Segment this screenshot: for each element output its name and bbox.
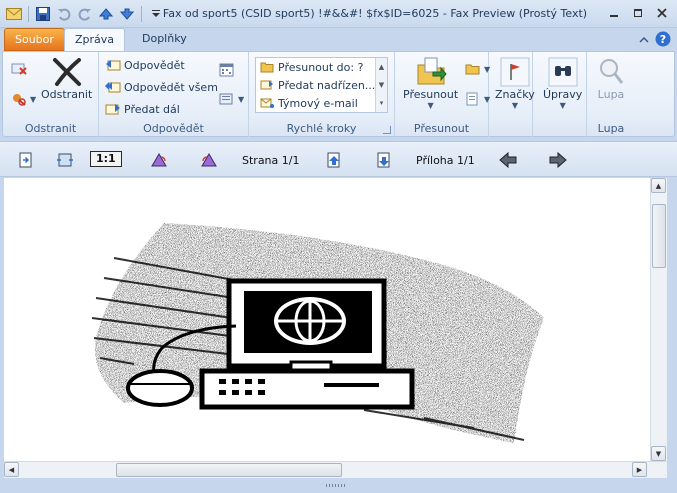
group-label-respond: Odpovědět (143, 122, 204, 135)
forward-icon (105, 104, 120, 115)
ribbon: ▼ Odstranit Odstranit Odpovědět Odpovědě… (2, 51, 675, 137)
team-mail-icon (260, 98, 274, 108)
group-tags: Značky ▼ (489, 52, 535, 137)
editing-button[interactable]: Úpravy ▼ (543, 56, 582, 110)
actions-icon (466, 92, 478, 106)
zoom-button[interactable]: Lupa (595, 56, 627, 101)
group-delete: ▼ Odstranit Odstranit (3, 52, 99, 137)
previous-attachment-icon[interactable] (498, 151, 518, 169)
group-move: Přesunout ▼ ▼ ▼ Přesunout (395, 52, 490, 137)
more-respond-button[interactable]: ▼ (219, 92, 244, 106)
scroll-up-arrow-icon[interactable]: ▲ (651, 178, 666, 193)
maximize-icon[interactable] (627, 4, 649, 22)
save-icon[interactable] (34, 5, 52, 23)
quick-step-move-to[interactable]: Přesunout do: ? (256, 58, 387, 76)
reply-all-icon (105, 82, 121, 93)
junk-button[interactable]: ▼ (11, 92, 36, 106)
reply-all-button[interactable]: Odpovědět všem (105, 80, 218, 94)
forward-mail-icon (260, 80, 273, 90)
reply-button[interactable]: Odpovědět (105, 58, 185, 72)
ignore-icon (11, 63, 27, 75)
meeting-button[interactable] (219, 62, 235, 77)
title-bar: Fax od sport5 (CSID sport5) !#&&#! $fx$I… (0, 0, 677, 28)
quick-step-to-manager[interactable]: Předat nadřízen... (256, 76, 387, 94)
rotate-left-icon[interactable] (150, 151, 168, 169)
next-attachment-icon[interactable] (548, 151, 568, 169)
tags-button[interactable]: Značky ▼ (495, 56, 535, 110)
fit-page-icon[interactable] (18, 151, 34, 169)
forward-button[interactable]: Předat dál (105, 102, 180, 116)
rules-button[interactable]: ▼ (465, 62, 490, 76)
group-quick-steps: Přesunout do: ? Předat nadřízen... Týmov… (249, 52, 395, 137)
page-info: Strana 1/1 (242, 153, 300, 167)
minimize-icon[interactable] (603, 4, 625, 22)
actions-button[interactable]: ▼ (465, 92, 490, 106)
fax-clipart-image (91, 223, 544, 443)
scroll-left-arrow-icon[interactable]: ◀ (4, 462, 19, 477)
window-controls (603, 4, 673, 22)
flag-icon (499, 56, 531, 88)
delete-x-icon (51, 56, 83, 88)
quick-steps-scroll[interactable]: ▲ ▼ ▾ (375, 58, 387, 112)
calendar-icon (219, 63, 234, 77)
scroll-down-icon[interactable]: ▼ (379, 81, 384, 89)
undo-icon[interactable] (55, 5, 73, 23)
scrollbar-corner (650, 462, 665, 477)
ignore-button[interactable] (11, 62, 27, 76)
help-icon[interactable]: ? (655, 31, 671, 50)
tab-addins[interactable]: Doplňky (132, 28, 197, 51)
group-zoom: Lupa Lupa (587, 52, 635, 137)
attachment-info: Příloha 1/1 (416, 153, 475, 167)
quick-access-toolbar (5, 5, 165, 23)
rotate-right-icon[interactable] (200, 151, 218, 169)
binoculars-icon (547, 56, 579, 88)
envelope-icon (5, 5, 23, 23)
reply-icon (106, 60, 121, 71)
delete-button-label: Odstranit (41, 88, 93, 101)
group-respond: Odpovědět Odpovědět všem Předat dál ▼ Od… (99, 52, 249, 137)
status-bar (0, 478, 677, 493)
scroll-down-arrow-icon[interactable]: ▼ (651, 446, 666, 461)
scroll-right-arrow-icon[interactable]: ▶ (632, 462, 647, 477)
move-folder-icon (415, 56, 447, 88)
gallery-more-icon[interactable]: ▾ (380, 99, 384, 107)
quick-steps-gallery: Přesunout do: ? Předat nadřízen... Týmov… (255, 57, 388, 113)
more-respond-icon (219, 93, 233, 105)
tab-file[interactable]: Soubor (4, 28, 65, 51)
horizontal-scrollbar[interactable]: ◀ ▶ (4, 461, 667, 478)
preview-toolbar: 1:1 Strana 1/1 Příloha 1/1 (0, 141, 677, 177)
vertical-scroll-thumb[interactable] (652, 204, 666, 268)
group-label-move: Přesunout (413, 122, 470, 135)
fax-preview-area[interactable] (4, 178, 650, 461)
delete-button[interactable]: Odstranit (41, 56, 92, 101)
horizontal-scroll-thumb[interactable] (116, 463, 342, 477)
folder-icon (260, 62, 274, 73)
arrow-up-icon[interactable] (97, 5, 115, 23)
group-label-quick-steps: Rychlé kroky (286, 122, 357, 135)
close-icon[interactable] (651, 4, 673, 22)
ribbon-tabs: Soubor Zpráva Doplňky ? (0, 28, 677, 52)
window-title: Fax od sport5 (CSID sport5) !#&&#! $fx$I… (162, 7, 588, 20)
fit-width-icon[interactable] (56, 151, 74, 169)
actual-size-button[interactable]: 1:1 (90, 151, 122, 167)
quick-steps-launcher-icon[interactable] (383, 126, 391, 134)
previous-page-icon[interactable] (326, 151, 342, 169)
group-label-zoom: Lupa (597, 122, 625, 135)
group-label-delete: Odstranit (24, 122, 77, 135)
magnifier-icon (595, 56, 627, 88)
arrow-down-icon[interactable] (118, 5, 136, 23)
vertical-scrollbar[interactable]: ▲ ▼ (650, 178, 667, 461)
tab-message[interactable]: Zpráva (64, 28, 126, 52)
quick-step-team-email[interactable]: Týmový e-mail (256, 94, 387, 112)
junk-icon (13, 94, 26, 106)
svg-text:?: ? (660, 33, 666, 46)
redo-icon[interactable] (76, 5, 94, 23)
resize-grip-icon[interactable] (326, 484, 346, 487)
scroll-up-icon[interactable]: ▲ (379, 63, 384, 71)
group-editing: Úpravy ▼ (533, 52, 587, 137)
next-page-icon[interactable] (376, 151, 392, 169)
collapse-ribbon-icon[interactable] (639, 34, 649, 47)
rules-icon (465, 64, 480, 75)
move-button[interactable]: Přesunout ▼ (403, 56, 458, 110)
